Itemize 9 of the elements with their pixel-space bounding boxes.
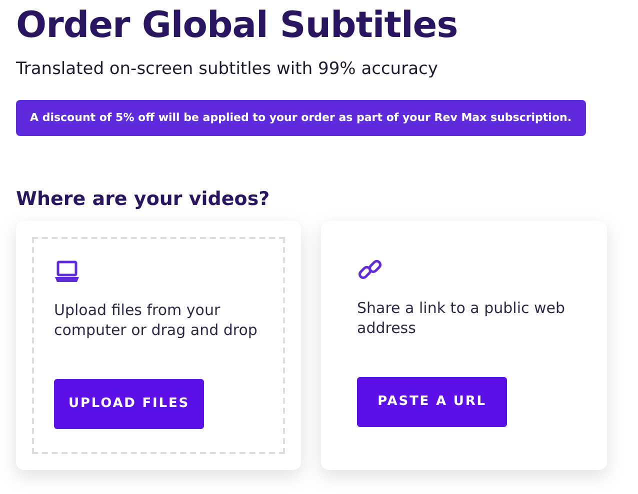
source-description: Share a link to a public web address: [357, 298, 566, 339]
section-heading: Where are your videos?: [16, 188, 271, 211]
page-subtitle: Translated on-screen subtitles with 99% accuracy: [16, 58, 439, 82]
source-description: Upload files from your computer or drag and drop: [54, 300, 258, 341]
source-button[interactable]: PASTE A URL: [357, 376, 507, 427]
discount-banner: A discount of 5% off will be applied to your order as part of your Rev Max subscription.: [16, 100, 586, 136]
source-button[interactable]: UPLOAD FILES: [54, 378, 204, 429]
page-title: Order Global Subtitles: [16, 4, 459, 48]
laptop-icon: [54, 258, 80, 285]
